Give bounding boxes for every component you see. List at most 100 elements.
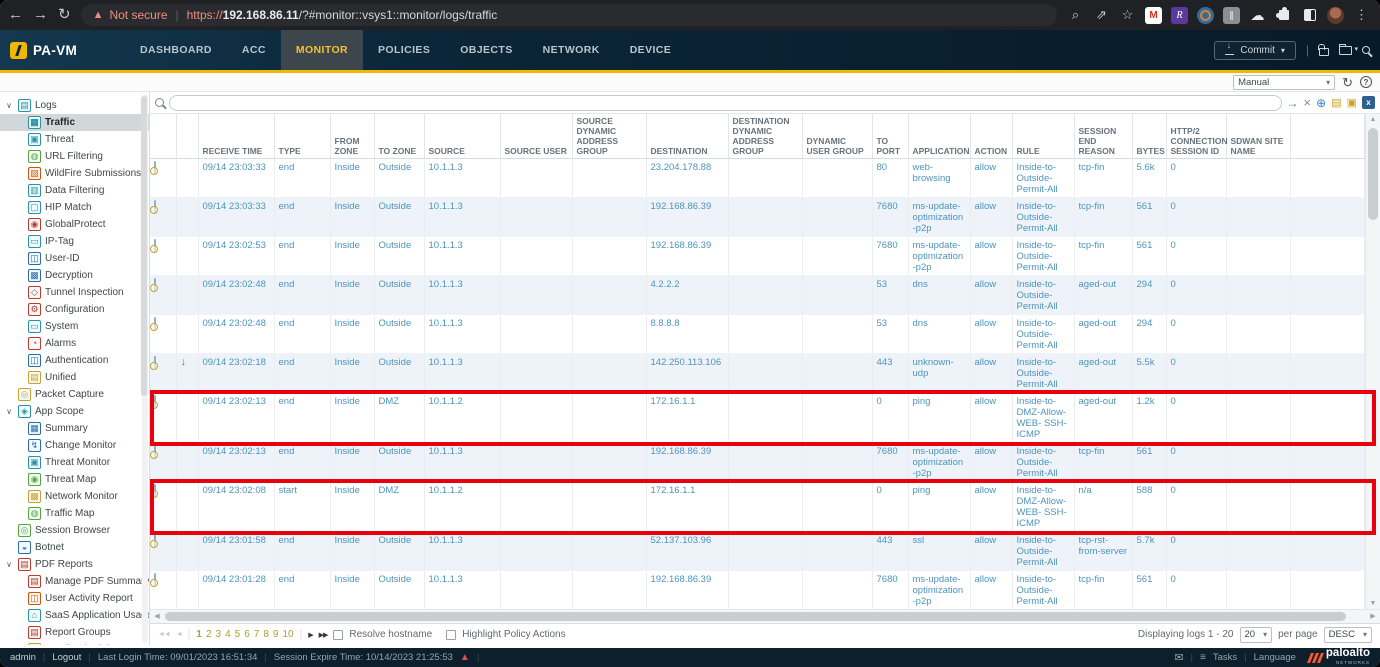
sidebar-item-alarms[interactable]: ◔Alarms bbox=[0, 335, 149, 352]
column-header-receive_time[interactable]: RECEIVE TIME bbox=[198, 114, 274, 159]
sidebar-item-user-activity-report[interactable]: ◫User Activity Report bbox=[0, 590, 149, 607]
page-number-10[interactable]: 10 bbox=[282, 629, 293, 640]
horizontal-scrollbar-thumb[interactable] bbox=[165, 612, 1346, 621]
sidebar-item-pdf-reports[interactable]: ∨▤PDF Reports bbox=[0, 556, 149, 573]
tasks-link[interactable]: Tasks bbox=[1213, 652, 1237, 663]
log-detail-icon[interactable] bbox=[154, 484, 156, 497]
first-page-icon[interactable]: ◄◄ bbox=[158, 631, 170, 638]
share-icon[interactable]: ⇗ bbox=[1093, 7, 1110, 24]
log-row[interactable]: 09/14 23:01:28endInsideOutside10.1.1.319… bbox=[150, 571, 1365, 610]
sidebar-scrollbar-thumb[interactable] bbox=[141, 96, 147, 396]
zoom-icon[interactable]: ⌕ bbox=[1067, 7, 1084, 24]
column-header-sdwan[interactable]: SDWAN SITE NAME bbox=[1226, 114, 1290, 159]
orbit-extension-icon[interactable] bbox=[1197, 7, 1214, 24]
column-header-type[interactable]: TYPE bbox=[274, 114, 330, 159]
lock-icon[interactable] bbox=[1319, 48, 1329, 56]
highlight-policy-checkbox[interactable] bbox=[446, 630, 456, 640]
sidebar-item-traffic[interactable]: ▦Traffic bbox=[0, 114, 149, 131]
log-row[interactable]: 09/14 23:02:48endInsideOutside10.1.1.34.… bbox=[150, 276, 1365, 315]
sidebar-item-email-scheduler[interactable]: ✉Email Scheduler bbox=[0, 641, 149, 645]
global-search-icon[interactable] bbox=[1362, 46, 1370, 54]
clear-filter-icon[interactable]: × bbox=[1304, 95, 1312, 111]
weather-extension-icon[interactable]: ☁2 bbox=[1249, 7, 1266, 24]
sidebar-item-logs[interactable]: ∨▤Logs bbox=[0, 97, 149, 114]
sidebar-item-unified[interactable]: ▤Unified bbox=[0, 369, 149, 386]
sidebar-item-tunnel-inspection[interactable]: ◇Tunnel Inspection bbox=[0, 284, 149, 301]
column-header-destination[interactable]: DESTINATION bbox=[646, 114, 728, 159]
address-bar[interactable]: ▲ Not secure | https://192.168.86.11/?#m… bbox=[81, 4, 1057, 26]
column-header-http2[interactable]: HTTP/2 CONNECTION SESSION ID bbox=[1166, 114, 1226, 159]
column-header-from_zone[interactable]: FROM ZONE bbox=[330, 114, 374, 159]
gmail-extension-icon[interactable]: M bbox=[1145, 7, 1162, 24]
next-page-icon[interactable]: ▶ bbox=[308, 631, 312, 639]
page-number-3[interactable]: 3 bbox=[216, 629, 222, 640]
page-number-9[interactable]: 9 bbox=[273, 629, 279, 640]
sidebar-item-globalprotect[interactable]: ◉GlobalProtect bbox=[0, 216, 149, 233]
add-filter-icon[interactable]: ⊕ bbox=[1316, 95, 1326, 111]
collapse-caret-icon[interactable]: ∨ bbox=[4, 560, 14, 569]
sidebar-item-threat-monitor[interactable]: ▣Threat Monitor bbox=[0, 454, 149, 471]
column-header-dug[interactable]: DYNAMIC USER GROUP bbox=[802, 114, 872, 159]
roam-extension-icon[interactable]: R bbox=[1171, 7, 1188, 24]
sidebar-item-wildfire-submissions[interactable]: ▨WildFire Submissions bbox=[0, 165, 149, 182]
browser-refresh-icon[interactable]: ↻ bbox=[58, 0, 71, 30]
logout-link[interactable]: Logout bbox=[52, 652, 81, 663]
scroll-left-icon[interactable]: ◀ bbox=[150, 610, 164, 623]
page-number-5[interactable]: 5 bbox=[235, 629, 241, 640]
sidebar-item-system[interactable]: ▭System bbox=[0, 318, 149, 335]
sidebar-item-manage-pdf-summary[interactable]: ▤Manage PDF Summary bbox=[0, 573, 149, 590]
tab-preview-icon[interactable] bbox=[1301, 7, 1318, 24]
help-icon[interactable]: ? bbox=[1360, 76, 1372, 88]
profile-avatar[interactable] bbox=[1327, 7, 1344, 24]
log-detail-icon[interactable] bbox=[154, 534, 156, 547]
column-header-bytes[interactable]: BYTES bbox=[1132, 114, 1166, 159]
column-header-session_end_reason[interactable]: SESSION END REASON bbox=[1074, 114, 1132, 159]
sidebar-item-session-browser[interactable]: ◎Session Browser bbox=[0, 522, 149, 539]
sidebar-item-data-filtering[interactable]: ▥Data Filtering bbox=[0, 182, 149, 199]
page-number-7[interactable]: 7 bbox=[254, 629, 260, 640]
refresh-logs-icon[interactable]: ↻ bbox=[1342, 76, 1353, 89]
log-filter-input[interactable] bbox=[169, 95, 1282, 111]
page-number-6[interactable]: 6 bbox=[244, 629, 250, 640]
log-row[interactable]: 09/14 23:02:08startInsideDMZ10.1.1.2172.… bbox=[150, 482, 1365, 532]
scroll-up-icon[interactable]: ▲ bbox=[1366, 116, 1380, 123]
page-number-8[interactable]: 8 bbox=[263, 629, 269, 640]
tab-device[interactable]: DEVICE bbox=[615, 30, 687, 70]
log-row[interactable]: ↓09/14 23:02:18endInsideOutside10.1.1.31… bbox=[150, 354, 1365, 393]
scroll-right-icon[interactable]: ▶ bbox=[1366, 610, 1380, 623]
collapse-caret-icon[interactable]: ∨ bbox=[4, 101, 14, 110]
log-detail-icon[interactable] bbox=[154, 395, 156, 408]
log-detail-icon[interactable] bbox=[154, 239, 156, 252]
column-header-action[interactable]: ACTION bbox=[970, 114, 1012, 159]
log-detail-icon[interactable] bbox=[154, 278, 156, 291]
vertical-scrollbar-thumb[interactable] bbox=[1368, 128, 1378, 220]
resolve-hostname-checkbox[interactable] bbox=[333, 630, 343, 640]
tab-monitor[interactable]: MONITOR bbox=[281, 30, 363, 70]
sidebar-item-threat[interactable]: ▣Threat bbox=[0, 131, 149, 148]
log-row[interactable]: 09/14 23:02:13endInsideDMZ10.1.1.2172.16… bbox=[150, 393, 1365, 443]
page-number-2[interactable]: 2 bbox=[206, 629, 212, 640]
export-logs-icon[interactable]: x bbox=[1362, 96, 1375, 109]
sidebar-item-url-filtering[interactable]: ◍URL Filtering bbox=[0, 148, 149, 165]
sidebar-item-saas-application-usage[interactable]: ⌂SaaS Application Usage bbox=[0, 607, 149, 624]
log-detail-icon[interactable] bbox=[154, 200, 156, 213]
messages-envelope-icon[interactable]: ✉ bbox=[1174, 651, 1183, 664]
sidebar-item-network-monitor[interactable]: ▩Network Monitor bbox=[0, 488, 149, 505]
sidebar-item-user-id[interactable]: ◫User-ID bbox=[0, 250, 149, 267]
sidebar-item-traffic-map[interactable]: ◍Traffic Map bbox=[0, 505, 149, 522]
log-row[interactable]: 09/14 23:03:33endInsideOutside10.1.1.323… bbox=[150, 159, 1365, 198]
sidebar-item-ip-tag[interactable]: ▭IP-Tag bbox=[0, 233, 149, 250]
commit-button[interactable]: Commit▾ bbox=[1214, 41, 1295, 60]
scroll-down-icon[interactable]: ▼ bbox=[1366, 600, 1380, 607]
log-detail-icon[interactable] bbox=[154, 356, 156, 369]
config-save-icon[interactable] bbox=[1339, 46, 1352, 55]
tab-policies[interactable]: POLICIES bbox=[363, 30, 445, 70]
save-filter-icon[interactable]: ▤ bbox=[1331, 95, 1341, 111]
sidebar-item-configuration[interactable]: ⚙Configuration bbox=[0, 301, 149, 318]
sidebar-item-botnet[interactable]: ◒Botnet bbox=[0, 539, 149, 556]
prev-page-icon[interactable]: ◄ bbox=[176, 631, 182, 638]
tab-network[interactable]: NETWORK bbox=[528, 30, 615, 70]
tab-objects[interactable]: OBJECTS bbox=[445, 30, 527, 70]
sidebar-item-packet-capture[interactable]: ◎Packet Capture bbox=[0, 386, 149, 403]
log-detail-icon[interactable] bbox=[154, 573, 156, 586]
